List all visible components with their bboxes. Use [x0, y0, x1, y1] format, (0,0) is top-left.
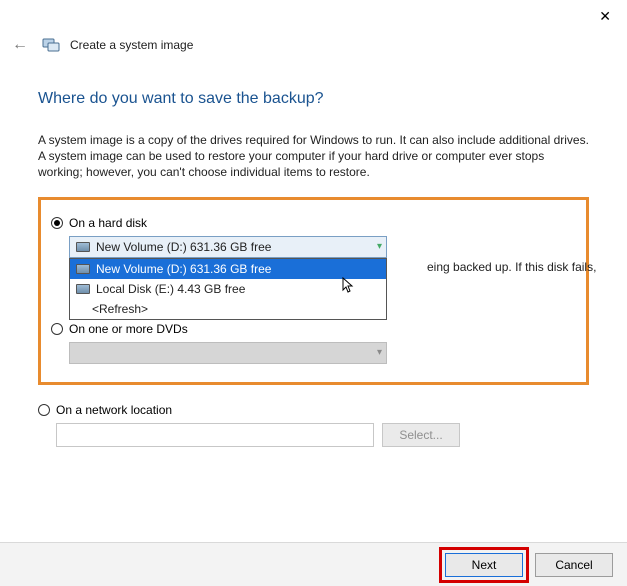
side-note-text: eing backed up. If this disk fails, [427, 260, 596, 274]
dropdown-item-d[interactable]: New Volume (D:) 631.36 GB free [70, 259, 386, 279]
titlebar: ✕ [0, 0, 627, 30]
radio-icon [51, 323, 63, 335]
chevron-down-icon: ▾ [377, 241, 382, 252]
radio-dvd-label: On one or more DVDs [69, 322, 188, 336]
back-button[interactable]: ← [8, 34, 32, 56]
select-button[interactable]: Select... [382, 423, 460, 447]
window-title: Create a system image [70, 38, 193, 52]
harddisk-dropdown: New Volume (D:) 631.36 GB free Local Dis… [69, 258, 387, 320]
header: ← Create a system image [0, 30, 627, 60]
page-heading: Where do you want to save the backup? [38, 90, 589, 108]
radio-network-label: On a network location [56, 403, 172, 417]
radio-harddisk[interactable]: On a hard disk [51, 216, 576, 230]
cancel-button[interactable]: Cancel [535, 553, 613, 577]
dropdown-item-label: Local Disk (E:) 4.43 GB free [96, 282, 245, 296]
radio-harddisk-label: On a hard disk [69, 216, 147, 230]
network-path-input[interactable] [56, 423, 374, 447]
footer: Next Cancel [0, 542, 627, 586]
next-button-highlight: Next [439, 547, 529, 583]
highlighted-section: On a hard disk New Volume (D:) 631.36 GB… [38, 197, 589, 385]
page-description: A system image is a copy of the drives r… [38, 132, 589, 181]
radio-network[interactable]: On a network location [38, 403, 589, 417]
content-area: Where do you want to save the backup? A … [0, 60, 627, 447]
next-button[interactable]: Next [445, 553, 523, 577]
drive-icon [76, 284, 90, 294]
system-image-icon [42, 36, 60, 54]
radio-dvd[interactable]: On one or more DVDs [51, 322, 576, 336]
radio-icon [38, 404, 50, 416]
radio-icon [51, 217, 63, 229]
close-button[interactable]: ✕ [593, 6, 617, 27]
dropdown-item-e[interactable]: Local Disk (E:) 4.43 GB free [70, 279, 386, 299]
harddisk-combo[interactable]: New Volume (D:) 631.36 GB free ▾ [69, 236, 387, 258]
dropdown-refresh[interactable]: <Refresh> [70, 299, 386, 319]
harddisk-combo-value: New Volume (D:) 631.36 GB free [96, 240, 271, 254]
dvd-combo: ▾ [69, 342, 387, 364]
dropdown-item-label: New Volume (D:) 631.36 GB free [96, 262, 271, 276]
drive-icon [76, 242, 90, 252]
network-input-row: Select... [56, 423, 589, 447]
drive-icon [76, 264, 90, 274]
harddisk-combo-wrap: New Volume (D:) 631.36 GB free ▾ New Vol… [69, 236, 387, 258]
chevron-down-icon: ▾ [377, 347, 382, 358]
